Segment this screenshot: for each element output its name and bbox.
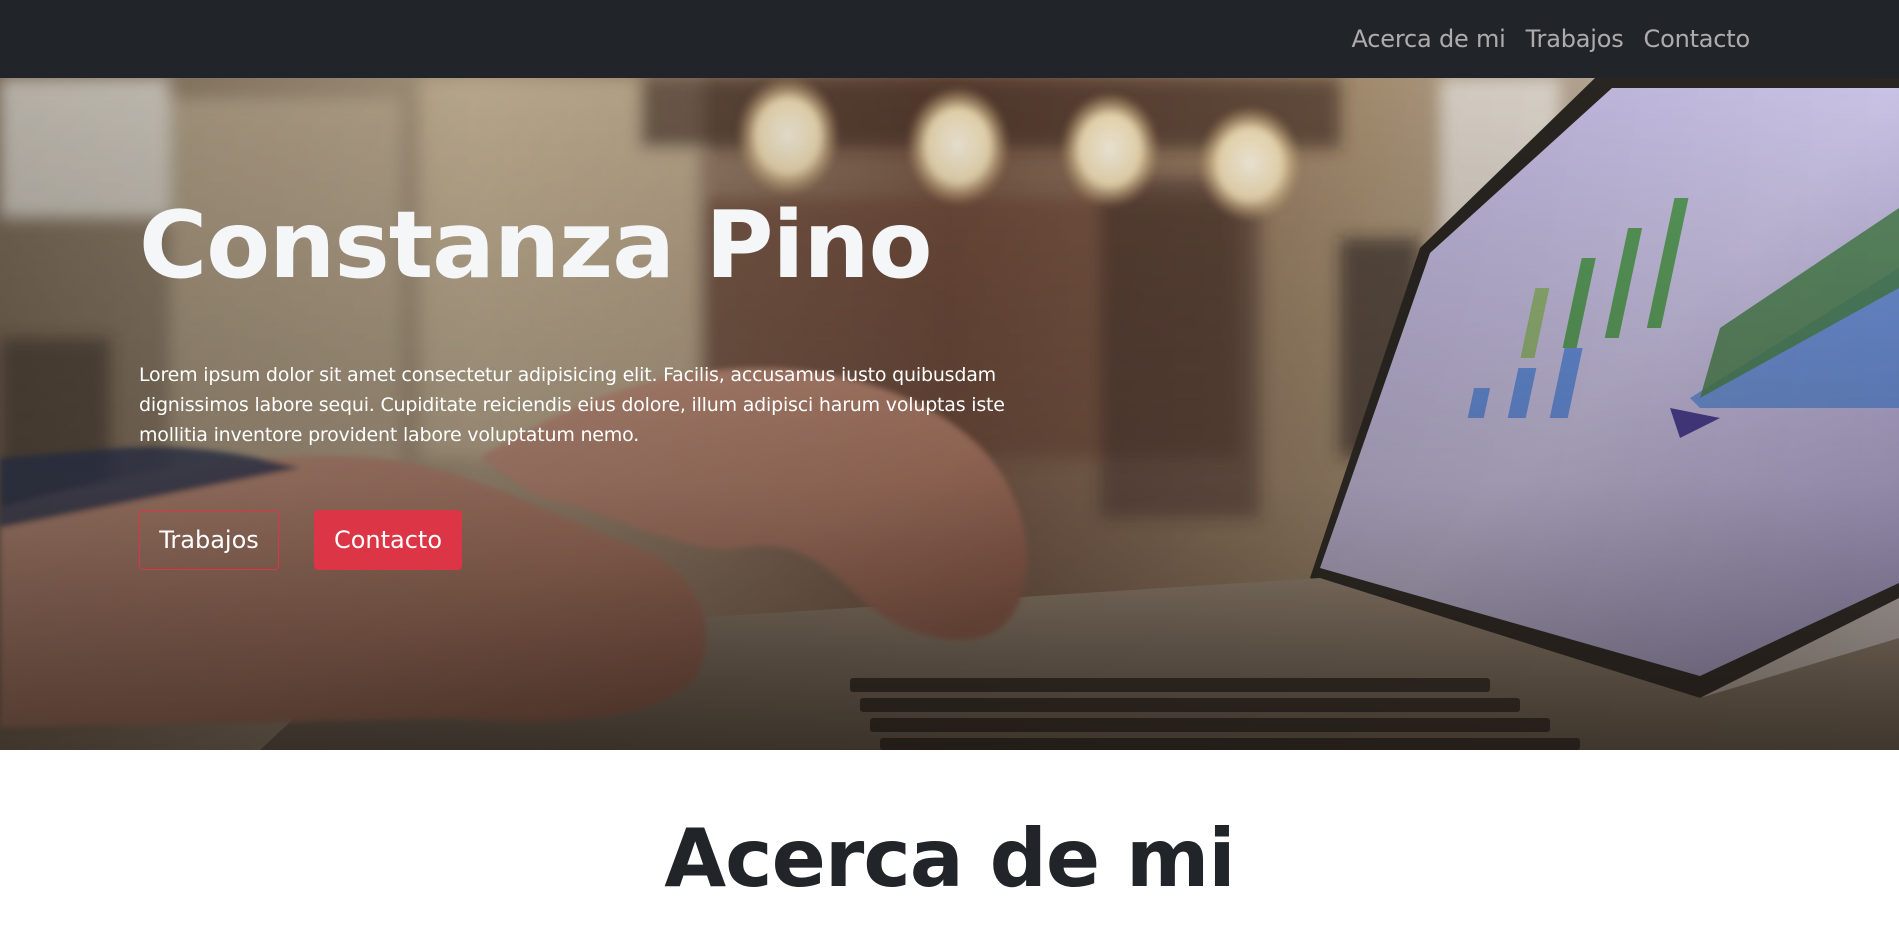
nav-link-contacto[interactable]: Contacto xyxy=(1644,25,1751,53)
hero-buttons: Trabajos Contacto xyxy=(139,510,462,570)
navbar: Acerca de mi Trabajos Contacto xyxy=(0,0,1899,78)
nav-link-acerca[interactable]: Acerca de mi xyxy=(1352,25,1506,53)
hero-title: Constanza Pino xyxy=(139,191,933,299)
nav-link-trabajos[interactable]: Trabajos xyxy=(1526,25,1624,53)
about-section-title: Acerca de mi xyxy=(664,812,1235,905)
trabajos-button[interactable]: Trabajos xyxy=(139,510,279,570)
nav-links: Acerca de mi Trabajos Contacto xyxy=(1352,0,1751,78)
hero-section: Constanza Pino Lorem ipsum dolor sit ame… xyxy=(0,78,1899,750)
contacto-button[interactable]: Contacto xyxy=(314,510,462,570)
hero-description: Lorem ipsum dolor sit amet consectetur a… xyxy=(139,364,1005,446)
